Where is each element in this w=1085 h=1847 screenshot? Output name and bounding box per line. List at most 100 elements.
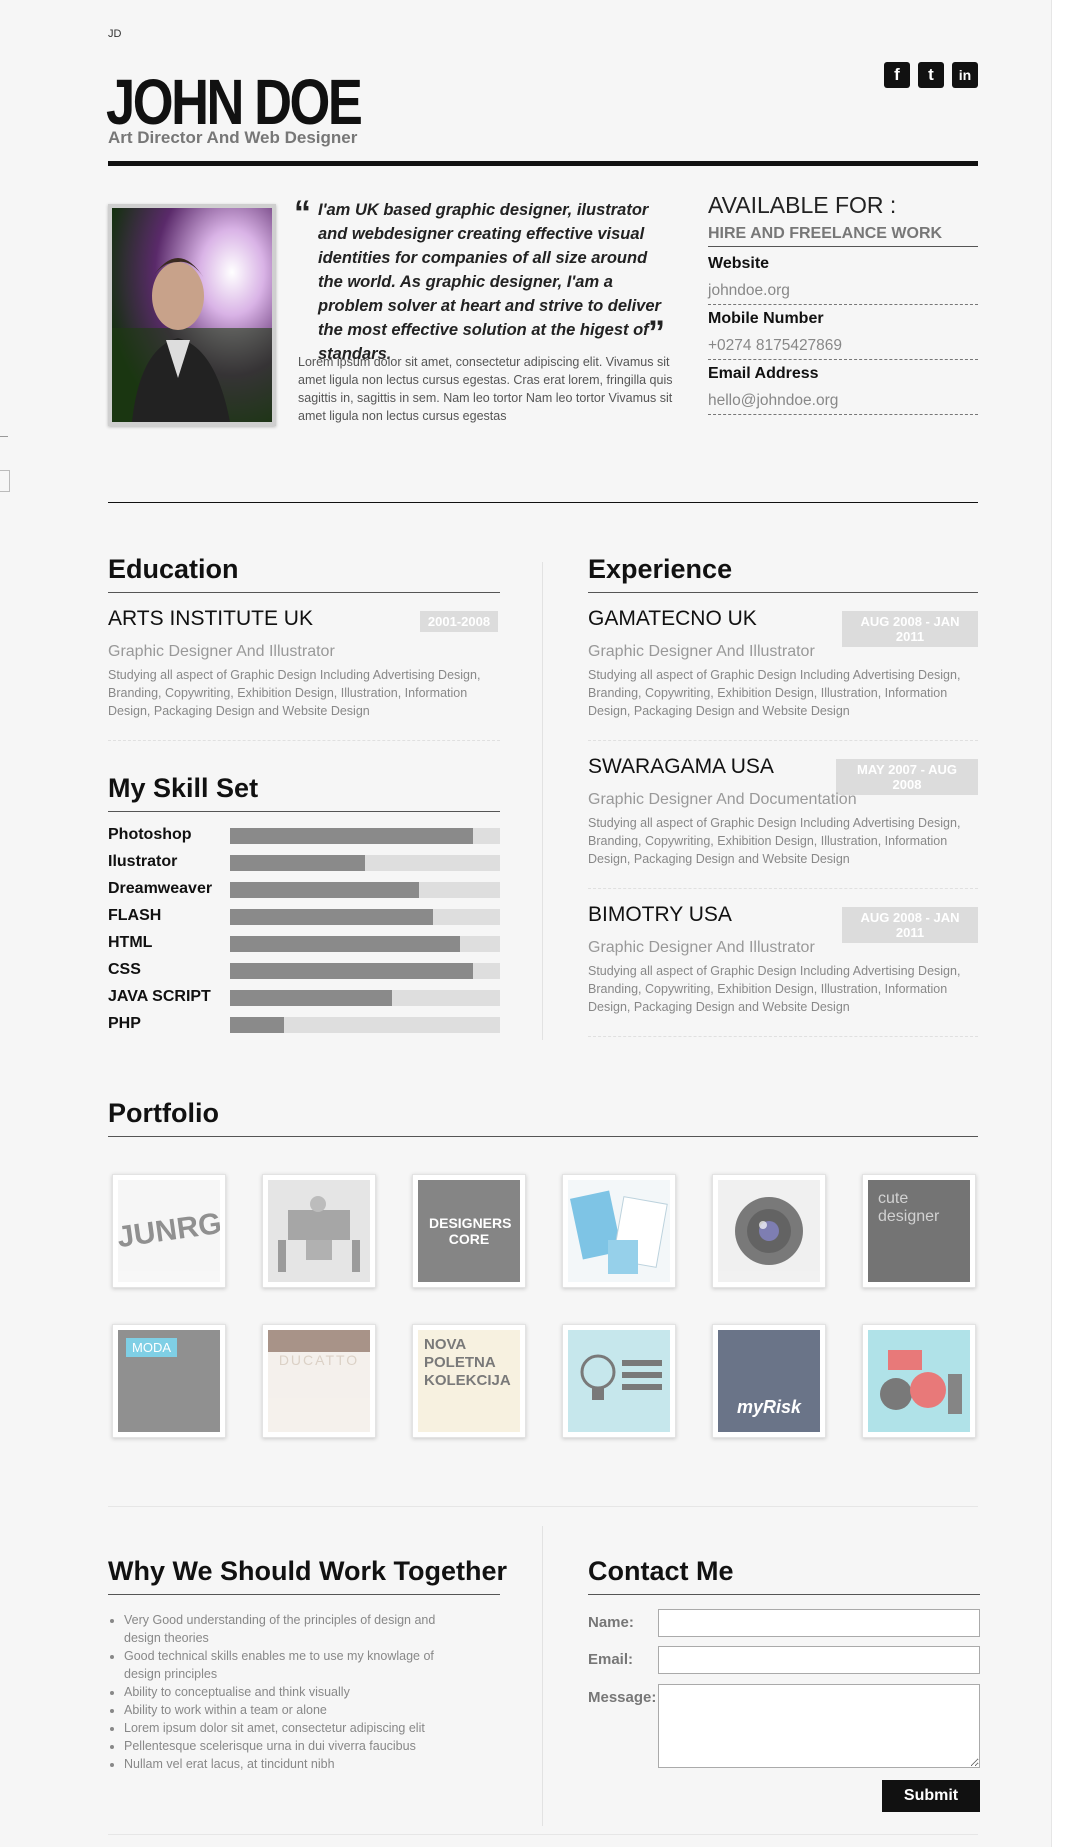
website-label: Website <box>708 255 770 272</box>
open-quote-icon: “ <box>294 194 311 232</box>
intro-divider <box>108 502 978 503</box>
page-title: JOHN DOE <box>106 66 363 138</box>
portfolio-item-designers-core[interactable]: DESIGNERS CORE <box>412 1174 526 1288</box>
experience-item-desc: Studying all aspect of Graphic Design In… <box>588 816 961 866</box>
education-item-title: ARTS INSTITUTE UK <box>108 607 313 630</box>
list-item: Nullam vel erat lacus, at tincidunt nibh <box>124 1755 448 1773</box>
skill-name: PHP <box>108 1015 141 1032</box>
portfolio-item-lens[interactable] <box>712 1174 826 1288</box>
portfolio-caption: DUCATTO <box>278 1352 360 1368</box>
date-badge: AUG 2008 - JAN 2011 <box>842 611 978 647</box>
experience-item-subtitle: Graphic Designer And Illustrator <box>588 643 815 660</box>
skill-bar <box>230 909 500 925</box>
education-item-subtitle: Graphic Designer And Illustrator <box>108 643 335 660</box>
why-list: Very Good understanding of the principle… <box>108 1611 448 1773</box>
education-heading: Education <box>108 554 239 584</box>
message-label: Message: <box>588 1689 657 1706</box>
skill-name: CSS <box>108 961 141 978</box>
portfolio-item-monsters[interactable] <box>862 1324 976 1438</box>
experience-item-subtitle: Graphic Designer And Documentation <box>588 791 857 808</box>
skill-name: Photoshop <box>108 826 192 843</box>
portfolio-item-cute-designer[interactable]: cute designer <box>862 1174 976 1288</box>
twitter-icon[interactable]: t <box>918 62 944 88</box>
name-label: Name: <box>588 1614 634 1631</box>
list-item: Ability to conceptualise and think visua… <box>124 1683 448 1701</box>
portfolio-item-ducatto[interactable]: DUCATTO <box>262 1324 376 1438</box>
list-item: Ability to work within a team or alone <box>124 1701 448 1719</box>
skill-name: FLASH <box>108 907 162 924</box>
portfolio-caption: NOVA POLETNA KOLEKCIJA <box>424 1336 511 1389</box>
why-heading: Why We Should Work Together <box>108 1556 508 1586</box>
why-underline <box>108 1594 500 1595</box>
skill-bar-fill <box>230 882 419 898</box>
submit-button[interactable]: Submit <box>882 1780 980 1812</box>
initials: JD <box>108 28 122 40</box>
message-field[interactable] <box>658 1684 980 1768</box>
skill-name: Ilustrator <box>108 853 178 870</box>
website-link[interactable]: johndoe.org <box>708 282 978 305</box>
profile-photo <box>108 204 276 426</box>
experience-item-title: SWARAGAMA USA <box>588 755 774 778</box>
experience-item-desc: Studying all aspect of Graphic Design In… <box>588 668 961 718</box>
divider <box>108 740 500 741</box>
portfolio-item-lightbulb[interactable] <box>562 1324 676 1438</box>
education-item-desc: Studying all aspect of Graphic Design In… <box>108 668 481 718</box>
portfolio-underline <box>108 1136 978 1137</box>
portfolio-item-robot[interactable] <box>262 1174 376 1288</box>
skill-bar <box>230 990 500 1006</box>
contact-underline <box>588 1594 980 1595</box>
portfolio-item-typography[interactable]: JUNRG <box>112 1174 226 1288</box>
portfolio-item-nova-poletna[interactable]: NOVA POLETNA KOLEKCIJA <box>412 1324 526 1438</box>
portfolio-caption: JUNRG <box>118 1206 220 1255</box>
portfolio-heading: Portfolio <box>108 1098 219 1128</box>
edge-mark <box>0 436 8 437</box>
resume-page: JD JOHN DOE Art Director And Web Designe… <box>0 0 1052 1847</box>
experience-heading: Experience <box>588 554 733 584</box>
portfolio-caption: MODA <box>126 1338 177 1357</box>
portfolio-item-myrisk[interactable]: myRisk <box>712 1324 826 1438</box>
skill-bar-fill <box>230 936 460 952</box>
experience-item-title: BIMOTRY USA <box>588 903 732 926</box>
facebook-icon[interactable]: f <box>884 62 910 88</box>
skill-bar-fill <box>230 909 433 925</box>
email-field[interactable] <box>658 1646 980 1674</box>
skill-bar <box>230 963 500 979</box>
list-item: Pellentesque scelerisque urna in dui viv… <box>124 1737 448 1755</box>
skill-bar-fill <box>230 963 473 979</box>
skill-bar <box>230 936 500 952</box>
email-label: Email Address <box>708 365 819 382</box>
skill-bar-fill <box>230 828 473 844</box>
skill-bar <box>230 1017 500 1033</box>
skill-bar-fill <box>230 855 365 871</box>
portfolio-item-moda[interactable]: MODA <box>112 1324 226 1438</box>
mobile-label: Mobile Number <box>708 310 824 327</box>
contact-heading: Contact Me <box>588 1556 734 1586</box>
footer-divider <box>108 1834 978 1835</box>
skill-name: HTML <box>108 934 153 951</box>
available-value: HIRE AND FREELANCE WORK <box>708 225 978 247</box>
experience-item-title: GAMATECNO UK <box>588 607 757 630</box>
email-link[interactable]: hello@johndoe.org <box>708 392 978 415</box>
divider <box>588 888 978 889</box>
divider <box>588 1036 978 1037</box>
divider <box>588 740 978 741</box>
experience-item-desc: Studying all aspect of Graphic Design In… <box>588 964 961 1014</box>
skill-bar-fill <box>230 990 392 1006</box>
column-divider <box>542 1526 543 1826</box>
intro-quote: I'am UK based graphic designer, ilustrat… <box>318 201 661 363</box>
skills-underline <box>108 811 500 812</box>
header-divider <box>108 161 978 166</box>
name-field[interactable] <box>658 1609 980 1637</box>
portfolio-caption: DESIGNERS CORE <box>429 1215 512 1247</box>
linkedin-icon[interactable]: in <box>952 62 978 88</box>
skill-bar <box>230 855 500 871</box>
available-title: AVAILABLE FOR : <box>708 192 897 218</box>
list-item: Lorem ipsum dolor sit amet, consectetur … <box>124 1719 448 1737</box>
experience-underline <box>588 592 978 593</box>
divider <box>108 1506 978 1507</box>
date-badge: 2001-2008 <box>420 611 498 632</box>
mobile-value: +0274 8175427869 <box>708 337 978 360</box>
intro-text: Lorem ipsum dolor sit amet, consectetur … <box>298 355 673 423</box>
skill-bar <box>230 882 500 898</box>
portfolio-item-business-cards[interactable] <box>562 1174 676 1288</box>
